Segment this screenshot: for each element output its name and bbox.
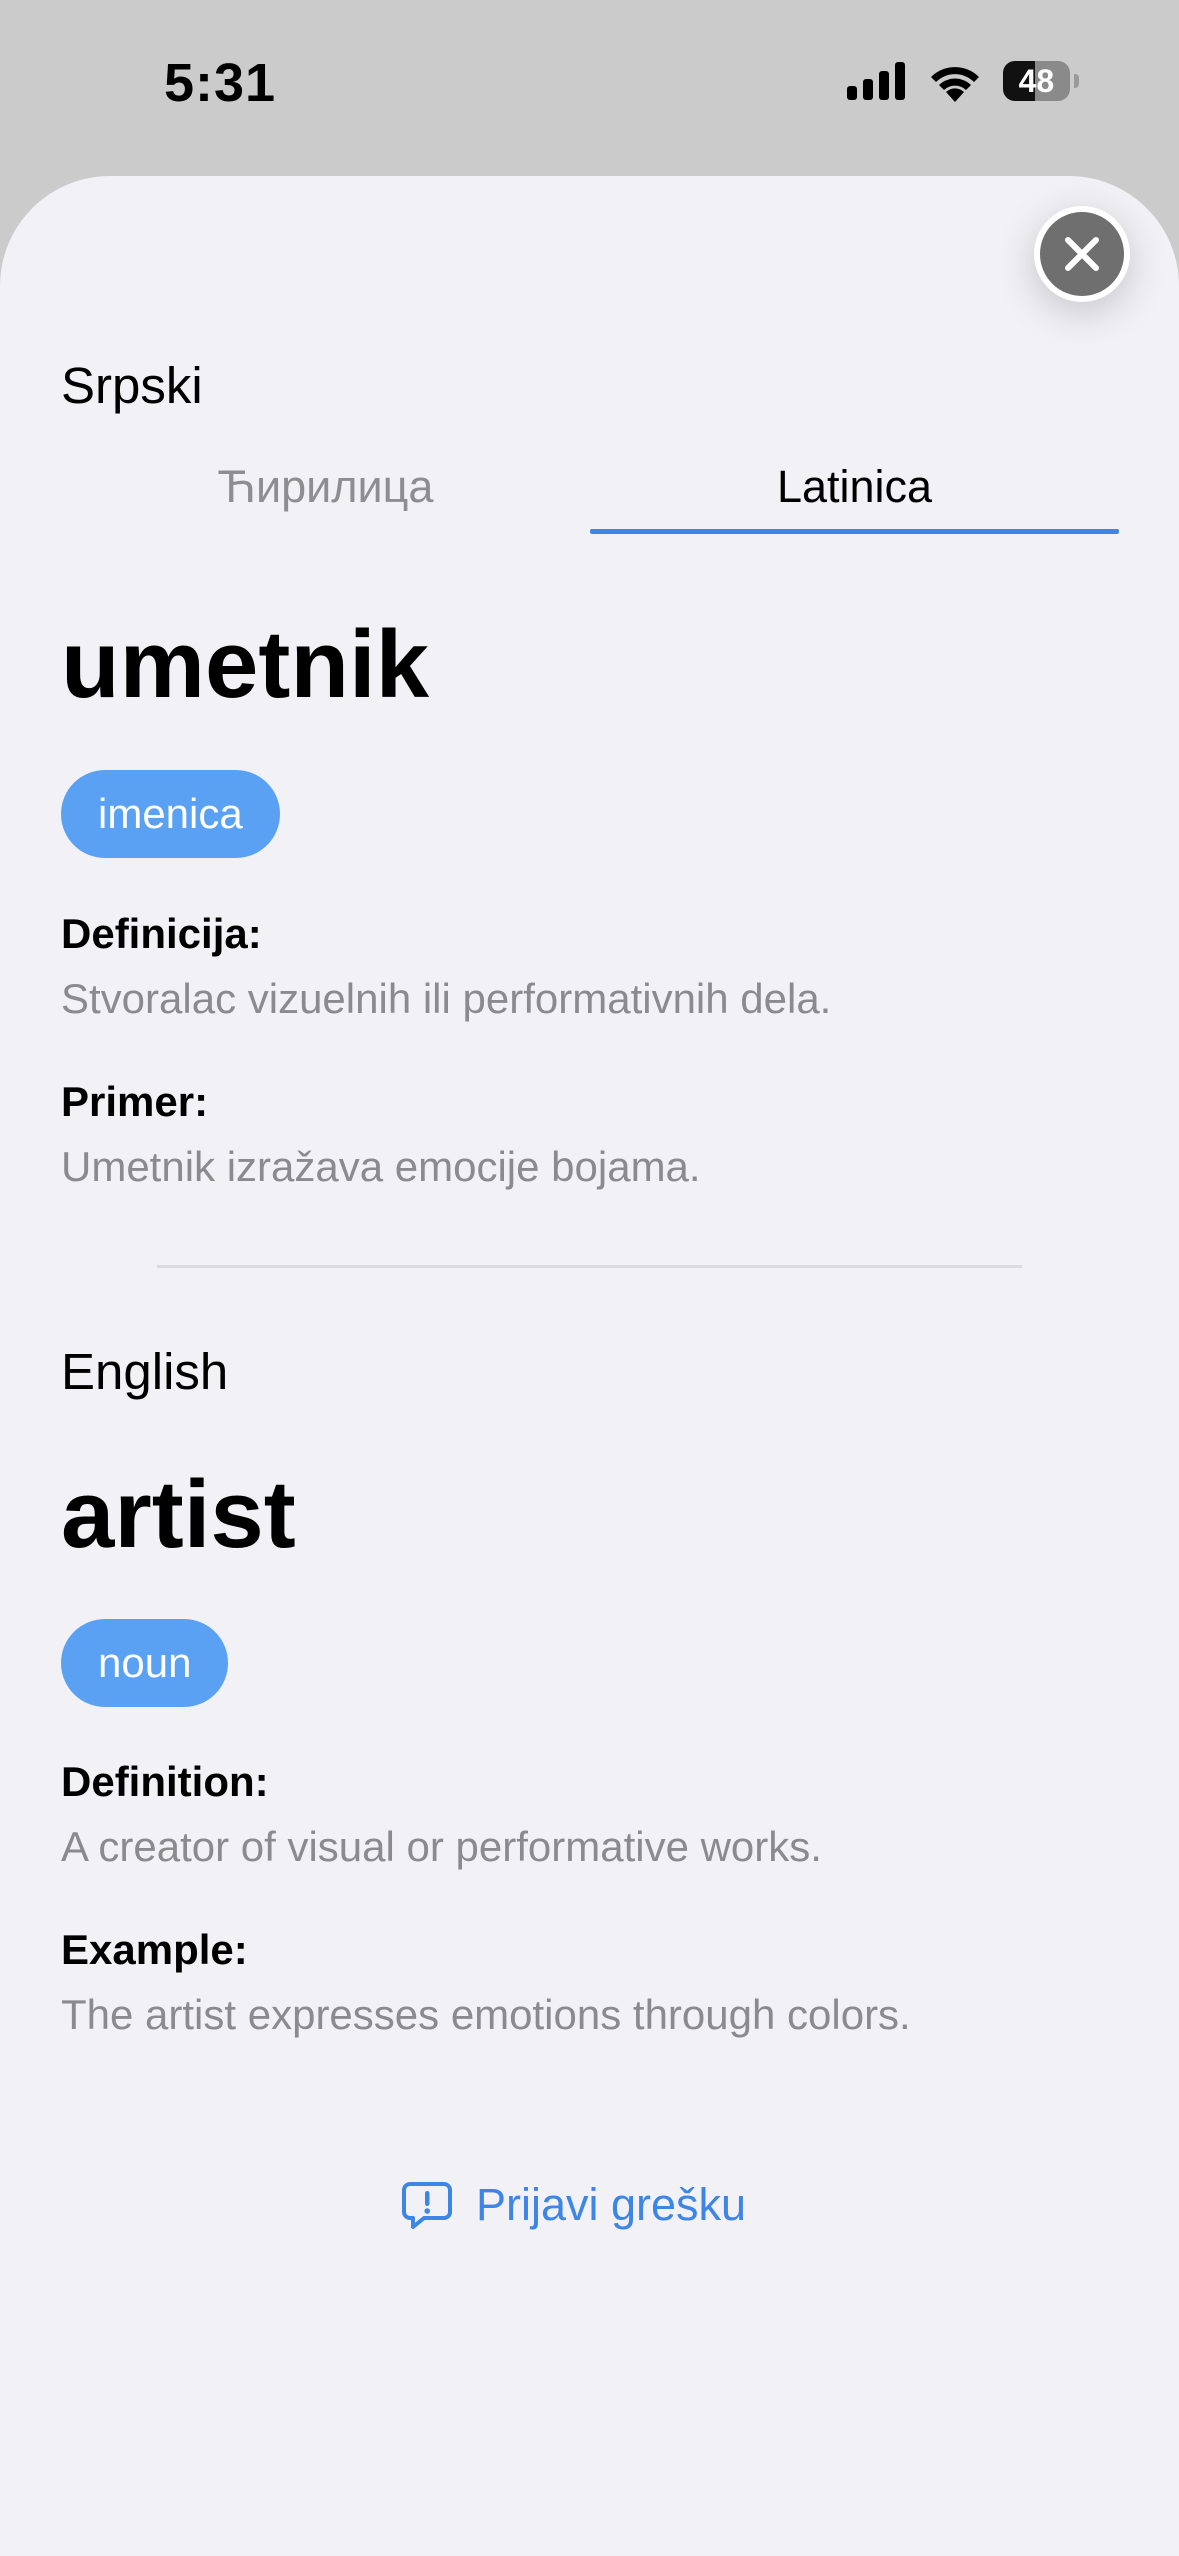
report-bubble-icon — [402, 2182, 452, 2229]
script-tabs: Ћирилица Latinica — [61, 461, 1119, 534]
cellular-signal-icon — [847, 62, 905, 100]
battery-indicator: 48 — [1003, 61, 1079, 101]
tab-latin[interactable]: Latinica — [590, 461, 1119, 513]
battery-body: 48 — [1003, 61, 1070, 101]
report-error-label: Prijavi grešku — [476, 2179, 747, 2230]
english-definition: A creator of visual or performative work… — [61, 1823, 822, 1870]
wifi-icon — [931, 67, 979, 102]
translation-sheet: Srpski Ћирилица Latinica umetnik imenica… — [0, 176, 1179, 2556]
serbian-example-label: Primer: — [61, 1078, 209, 1125]
status-icons: 48 — [847, 60, 1079, 102]
serbian-word: umetnik — [61, 611, 430, 718]
english-word: artist — [61, 1461, 296, 1568]
section-divider — [157, 1265, 1022, 1268]
serbian-definition: Stvoralac vizuelnih ili performativnih d… — [61, 975, 832, 1022]
serbian-example: Umetnik izražava emocije bojama. — [61, 1143, 701, 1190]
english-example: The artist expresses emotions through co… — [61, 1991, 911, 2038]
english-example-label: Example: — [61, 1926, 248, 1973]
serbian-definition-label: Definicija: — [61, 910, 262, 957]
english-definition-label: Definition: — [61, 1758, 269, 1805]
report-error-button[interactable]: Prijavi grešku — [400, 2175, 746, 2235]
tab-cyrillic[interactable]: Ћирилица — [61, 461, 590, 513]
english-part-of-speech-badge: noun — [61, 1619, 229, 1707]
english-language-label: English — [61, 1343, 229, 1400]
close-button[interactable] — [1034, 206, 1130, 302]
battery-level: 48 — [1018, 62, 1055, 99]
serbian-part-of-speech-badge: imenica — [61, 770, 280, 858]
close-icon — [1065, 237, 1099, 271]
status-bar: 5:31 48 — [0, 0, 1179, 176]
serbian-language-label: Srpski — [61, 357, 203, 414]
battery-cap — [1073, 74, 1079, 88]
status-time: 5:31 — [164, 53, 277, 113]
selected-tab-indicator — [590, 529, 1119, 534]
